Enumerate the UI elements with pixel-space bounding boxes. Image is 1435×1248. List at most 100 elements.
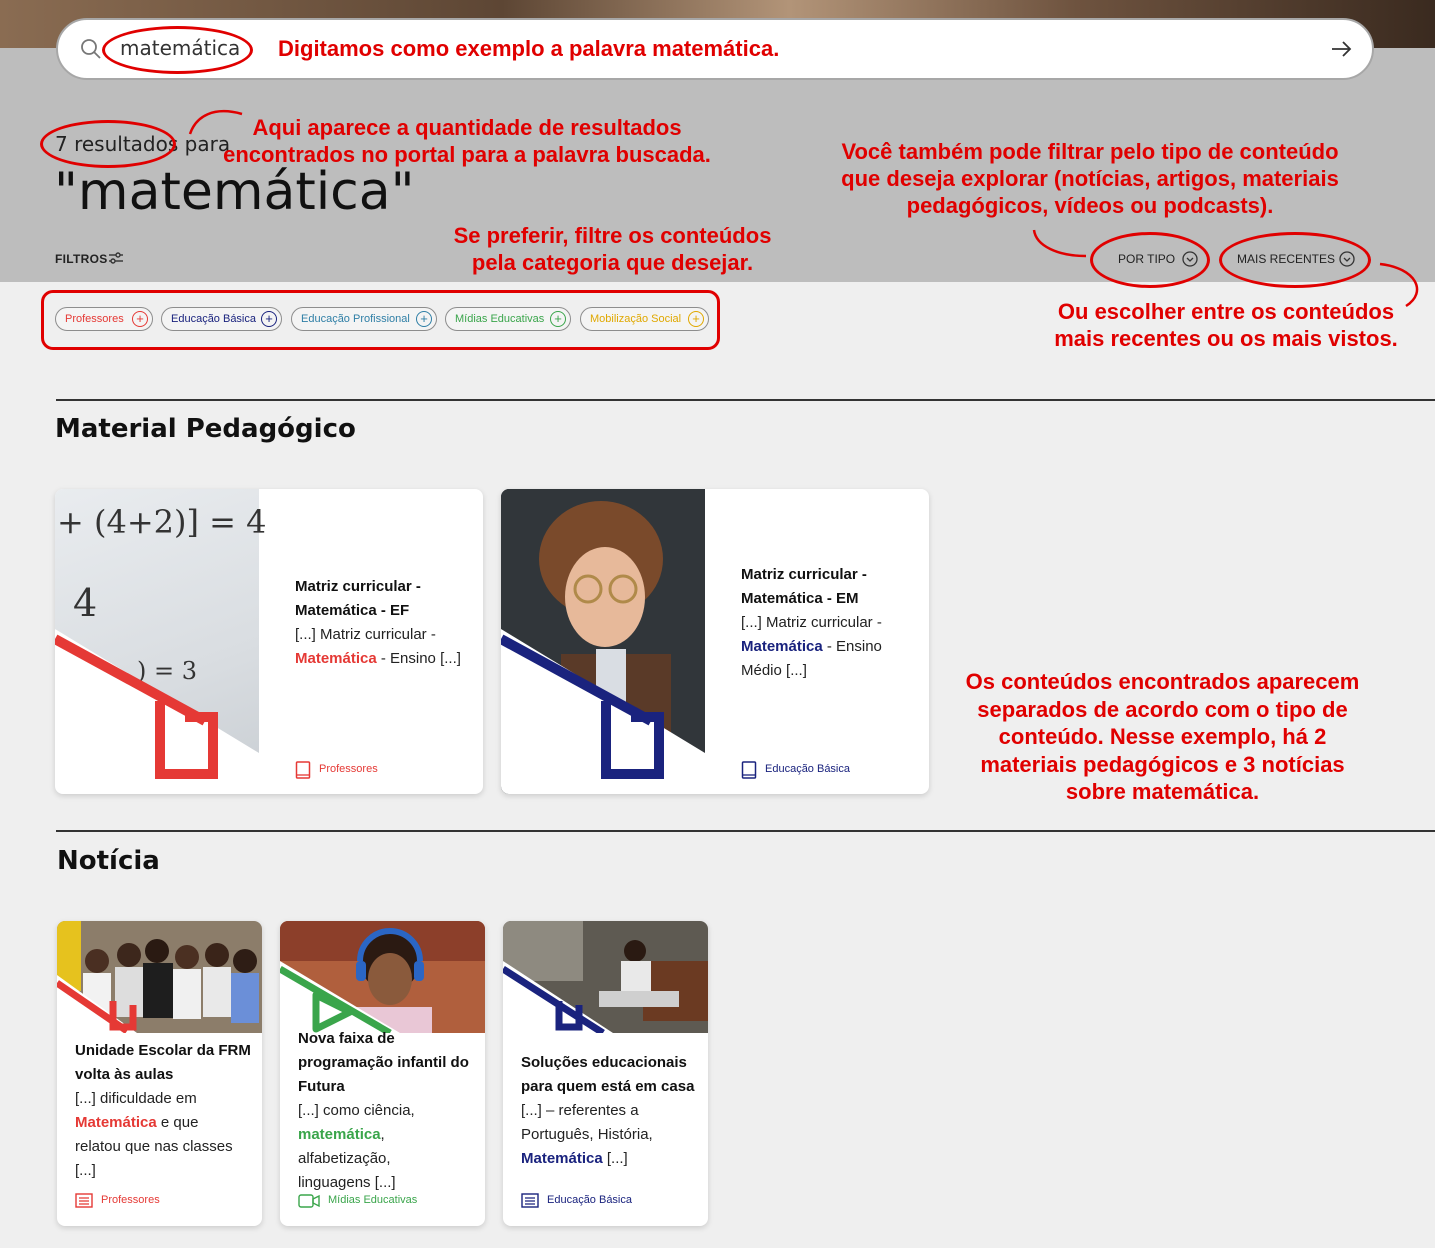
card-snippet-rest: [...] [602,1150,628,1167]
card-category-tag[interactable]: Professores [101,1194,160,1206]
section-divider [56,399,1435,401]
filters-toggle-label[interactable]: FILTROS [55,252,108,266]
annotation-sections-note-line: conteúdo. Nesse exemplo, há 2 [998,724,1327,749]
category-pill-educacao-basica[interactable]: Educação Básica + [161,307,282,331]
search-icon [81,39,101,59]
card-title[interactable]: Unidade Escolar da FRM [75,1039,255,1063]
annotation-type-note: Você também pode filtrar pelo tipo de co… [830,138,1350,219]
category-pill-professores[interactable]: Professores + [55,307,153,331]
search-highlight: Matemática [75,1114,157,1131]
card-snippet: Matemática e que [75,1111,255,1135]
card-snippet: Médio [...] [741,662,807,679]
sliders-icon[interactable] [108,251,124,265]
plus-icon: + [132,311,148,327]
page-title: "matemática" [54,162,415,222]
card-snippet: Português, História, [521,1126,653,1143]
card-title[interactable]: Nova faixa de [298,1027,478,1051]
card-snippet-rest: e que [156,1114,199,1131]
annotation-recent-note: Ou escolher entre os conteúdos mais rece… [1040,298,1412,352]
article-icon [75,1193,93,1208]
card-snippet: relatou que nas classes [75,1138,233,1155]
annotation-sections-note-line: sobre matemática. [1065,779,1260,804]
card-title[interactable]: Matemática - EF [295,599,475,623]
card-snippet: [...] Matriz curricular - [295,626,436,643]
news-card-image [57,921,262,1033]
card-snippet-rest: - Ensino [822,638,882,655]
news-card[interactable]: Soluções educacionais para quem está em … [503,921,708,1226]
card-snippet: [...] – referentes a [521,1102,639,1119]
news-card-body: Soluções educacionais para quem está em … [521,1051,701,1171]
card-snippet: alfabetização, [298,1150,391,1167]
arrow-right-icon[interactable] [1328,38,1354,60]
annotation-sections-note-line: separados de acordo com o tipo de [977,696,1348,722]
material-card-brand-overlay [55,629,259,794]
card-title[interactable]: Futura [298,1075,478,1099]
card-category-tag[interactable]: Mídias Educativas [328,1194,417,1206]
card-title[interactable]: Matriz curricular - [741,563,921,587]
card-title[interactable]: para quem está em casa [521,1075,701,1099]
card-category-tag[interactable]: Professores [319,763,378,775]
annotation-type-note-line: pedagógicos, vídeos ou podcasts). [906,193,1274,218]
category-pill-midias-educativas[interactable]: Mídias Educativas + [445,307,571,331]
annotation-arrow-type [1032,229,1087,258]
annotation-sections-note-line: Os conteúdos encontrados aparecem [965,669,1360,694]
card-category-tag[interactable]: Educação Básica [547,1194,632,1206]
category-pill-mobilizacao-social[interactable]: Mobilização Social + [580,307,709,331]
card-snippet: [...] Matriz curricular - [741,614,882,631]
card-title[interactable]: volta às aulas [75,1063,255,1087]
category-pill-label: Educação Básica [171,313,256,325]
card-snippet: matemática, [298,1123,478,1147]
card-category-tag[interactable]: Educação Básica [765,763,850,775]
video-icon [298,1194,320,1208]
category-pill-educacao-profissional[interactable]: Educação Profissional + [291,307,437,331]
card-snippet-rest: - Ensino [...] [376,650,461,667]
plus-icon: + [416,311,432,327]
card-title[interactable]: Soluções educacionais [521,1051,701,1075]
news-card-body: Unidade Escolar da FRM volta às aulas [.… [75,1039,255,1183]
annotation-count-note-line: Aqui aparece a quantidade de resultados [252,115,682,140]
card-snippet: Matemática [...] [521,1147,701,1171]
category-pill-label: Educação Profissional [301,313,410,325]
annotation-ellipse-count [40,120,176,168]
category-pill-label: Mídias Educativas [455,313,545,325]
news-card-body: Nova faixa de programação infantil do Fu… [298,1027,478,1195]
search-highlight: matemática [298,1126,381,1143]
annotation-ellipse-search [102,26,253,74]
annotation-sections-note: Os conteúdos encontrados aparecem separa… [950,668,1375,806]
material-card-image: + (4+2)] = 4 4 ) = 3 [55,489,266,794]
book-icon [741,761,757,779]
material-card-image [501,489,705,794]
card-snippet-rest: , [380,1126,385,1143]
annotation-category-note: Se preferir, filtre os conteúdos pela ca… [440,222,785,276]
card-snippet: [...] [75,1162,96,1179]
material-card[interactable]: Matriz curricular - Matemática - EM [...… [501,489,929,794]
annotation-type-note-line: que deseja explorar (notícias, artigos, … [841,166,1339,191]
news-card[interactable]: Nova faixa de programação infantil do Fu… [280,921,485,1226]
news-card[interactable]: Unidade Escolar da FRM volta às aulas [.… [57,921,262,1226]
search-highlight: Matemática [295,650,377,667]
card-snippet: [...] dificuldade em [75,1090,197,1107]
teacher-photo [501,489,705,794]
category-pill-label: Mobilização Social [590,313,682,325]
category-pill-label: Professores [65,313,124,325]
section-divider [56,830,1435,832]
card-snippet: Matemática - Ensino [741,635,921,659]
section-title-material: Material Pedagógico [55,414,356,444]
annotation-category-note-line: pela categoria que desejar. [471,250,754,275]
card-snippet: linguagens [...] [298,1174,396,1191]
annotation-ellipse-recent [1219,232,1371,288]
search-highlight: Matemática [741,638,823,655]
annotation-type-note-line: Você também pode filtrar pelo tipo de co… [841,139,1339,164]
annotation-category-note-line: Se preferir, filtre os conteúdos [453,223,772,248]
plus-icon: + [688,311,704,327]
news-card-image [280,921,485,1033]
plus-icon: + [261,311,277,327]
card-title[interactable]: Matriz curricular - [295,575,475,599]
news-card-image [503,921,708,1033]
card-title[interactable]: programação infantil do [298,1051,478,1075]
article-icon [521,1193,539,1208]
book-icon [295,761,311,779]
card-title[interactable]: Matemática - EM [741,587,921,611]
material-card-body: Matriz curricular - Matemática - EM [...… [741,563,921,683]
material-card[interactable]: + (4+2)] = 4 4 ) = 3 Matriz curricular -… [55,489,483,794]
